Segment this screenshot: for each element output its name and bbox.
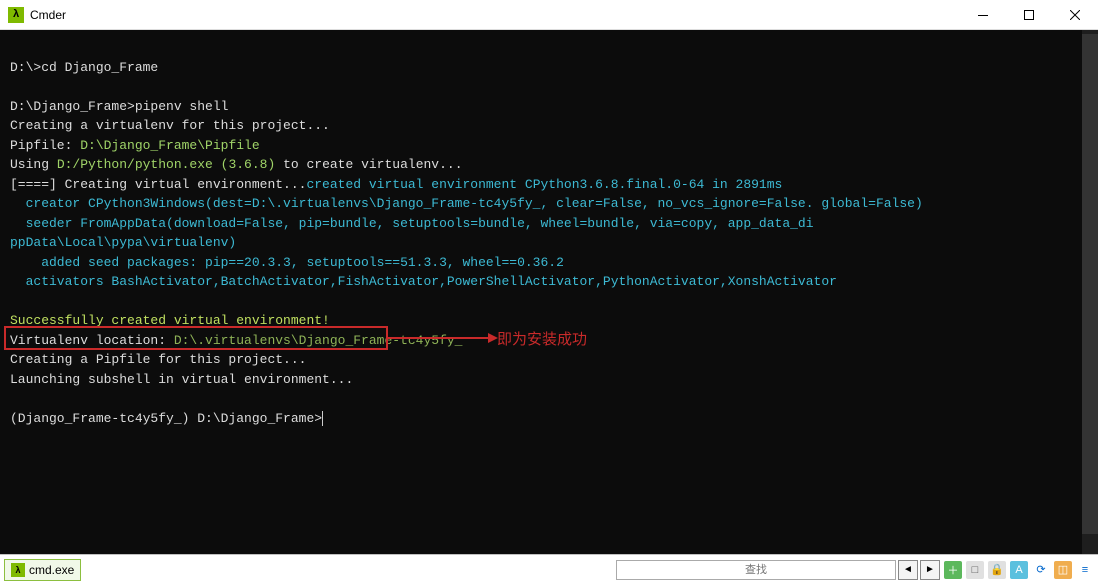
output-line: Launching subshell in virtual environmen…	[10, 370, 1088, 390]
output-line: creator CPython3Windows(dest=D:\.virtual…	[10, 194, 1088, 214]
lock-icon[interactable]: 🔒	[988, 561, 1006, 579]
prompt: D:\Django_Frame>	[10, 99, 135, 114]
search-next-button[interactable]: ►	[920, 560, 940, 580]
search-prev-button[interactable]: ◄	[898, 560, 918, 580]
scrollbar[interactable]	[1082, 30, 1098, 554]
output-text: Creating virtual environment...	[65, 177, 307, 192]
output-line: seeder FromAppData(download=False, pip=b…	[10, 214, 1088, 234]
annotation-highlight-box	[4, 326, 388, 350]
case-icon[interactable]: A	[1010, 561, 1028, 579]
tab-label: cmd.exe	[29, 563, 74, 577]
split-icon[interactable]: ◫	[1054, 561, 1072, 579]
cursor	[322, 411, 323, 426]
output-version: (3.6.8)	[213, 157, 275, 172]
output-line: ppData\Local\pypa\virtualenv)	[10, 233, 1088, 253]
terminal-output[interactable]: D:\>cd Django_Frame D:\Django_Frame>pipe…	[0, 30, 1098, 554]
output-label: Pipfile:	[10, 138, 80, 153]
command-text: cd Django_Frame	[41, 60, 158, 75]
refresh-icon[interactable]: ⟳	[1032, 561, 1050, 579]
output-line: Creating a virtualenv for this project..…	[10, 116, 1088, 136]
plus-icon[interactable]: □	[966, 561, 984, 579]
title-bar: λ Cmder	[0, 0, 1098, 30]
output-line: added seed packages: pip==20.3.3, setupt…	[10, 253, 1088, 273]
search-input[interactable]	[616, 560, 896, 580]
window-controls	[960, 0, 1098, 29]
scrollbar-thumb[interactable]	[1082, 34, 1098, 534]
close-button[interactable]	[1052, 0, 1098, 30]
annotation-text: 即为安装成功	[497, 328, 587, 349]
progress-bar: [====]	[10, 177, 65, 192]
prompt: (Django_Frame-tc4y5fy_) D:\Django_Frame>	[10, 411, 322, 426]
output-text: created virtual environment CPython3.6.8…	[306, 177, 782, 192]
command-text: pipenv shell	[135, 99, 229, 114]
window-title: Cmder	[30, 8, 960, 22]
status-bar: λ cmd.exe ◄ ► ＋ □ 🔒 A ⟳ ◫ ≡	[0, 554, 1098, 584]
output-path: D:/Python/python.exe	[57, 157, 213, 172]
minimize-button[interactable]	[960, 0, 1006, 30]
maximize-button[interactable]	[1006, 0, 1052, 30]
console-tab[interactable]: λ cmd.exe	[4, 559, 81, 581]
new-tab-button[interactable]: ＋	[944, 561, 962, 579]
output-line: Creating a Pipfile for this project...	[10, 350, 1088, 370]
output-text: Using	[10, 157, 57, 172]
output-line: activators BashActivator,BatchActivator,…	[10, 272, 1088, 292]
app-icon: λ	[8, 7, 24, 23]
output-text: to create virtualenv...	[275, 157, 462, 172]
output-path: D:\Django_Frame\Pipfile	[80, 138, 259, 153]
prompt: D:\>	[10, 60, 41, 75]
annotation-arrow	[388, 328, 498, 348]
menu-icon[interactable]: ≡	[1076, 561, 1094, 579]
tab-icon: λ	[11, 563, 25, 577]
